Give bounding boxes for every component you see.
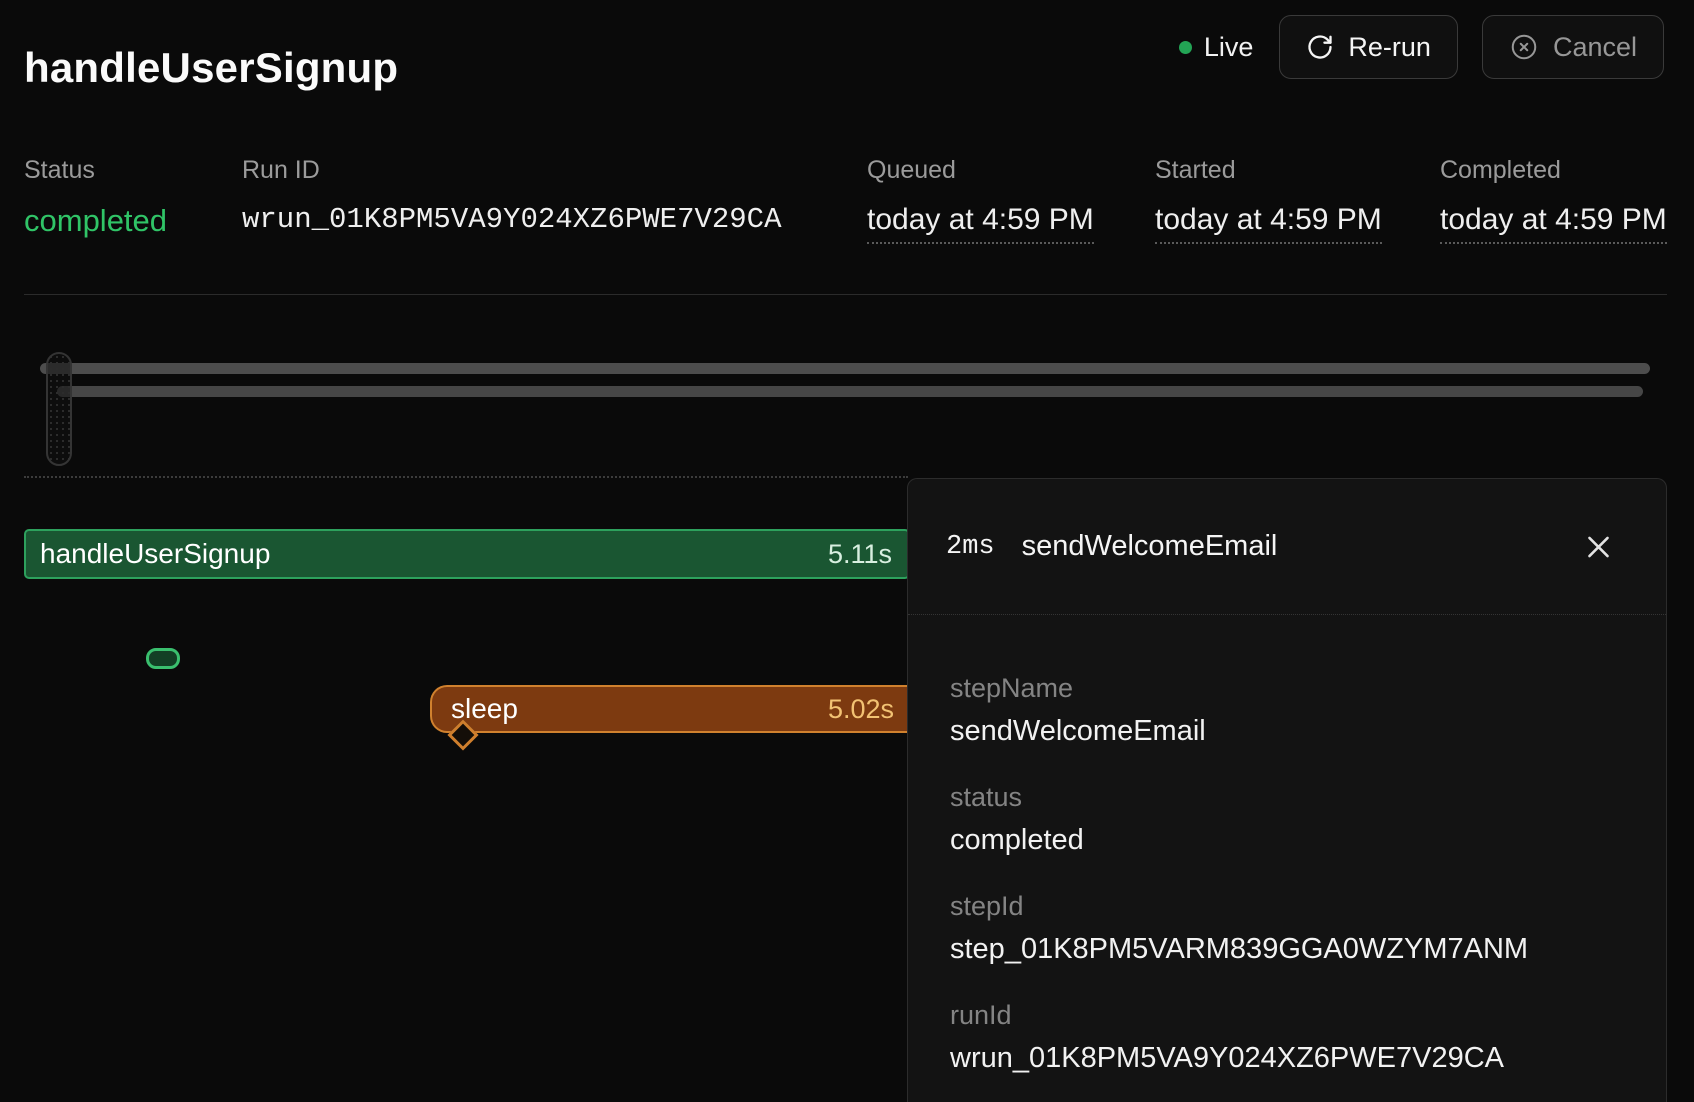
field-status: status completed — [950, 781, 1626, 858]
run-id-label: Run ID — [242, 156, 782, 185]
span-duration: 5.11s — [828, 539, 908, 570]
span-bar-sleep[interactable]: sleep 5.02s — [430, 685, 910, 733]
span-name: handleUserSignup — [26, 538, 270, 570]
field-label: stepName — [950, 672, 1626, 704]
minimap-bar-sleep — [57, 386, 1643, 397]
close-panel-button[interactable] — [1579, 527, 1618, 566]
live-label: Live — [1204, 32, 1254, 63]
span-name: sleep — [432, 693, 518, 725]
step-marker-sendWelcomeEmail[interactable] — [146, 648, 180, 669]
meta-completed: Completed today at 4:59 PM — [1440, 156, 1667, 244]
live-dot-icon — [1179, 41, 1192, 54]
step-detail-panel: 2ms sendWelcomeEmail stepName sendWelcom… — [907, 478, 1667, 1102]
close-icon — [1583, 550, 1614, 565]
field-step-name: stepName sendWelcomeEmail — [950, 672, 1626, 749]
minimap-bar-root — [40, 363, 1650, 374]
live-indicator: Live — [1179, 32, 1254, 63]
span-bar-handleUserSignup[interactable]: handleUserSignup 5.11s — [24, 529, 910, 579]
field-step-id: stepId step_01K8PM5VARM839GGA0WZYM7ANM — [950, 890, 1626, 967]
rerun-button[interactable]: Re-run — [1279, 15, 1458, 79]
step-detail-header: 2ms sendWelcomeEmail — [908, 479, 1666, 615]
field-value: step_01K8PM5VARM839GGA0WZYM7ANM — [950, 931, 1626, 967]
refresh-icon — [1306, 33, 1334, 61]
status-value: completed — [24, 203, 167, 239]
started-value: today at 4:59 PM — [1155, 203, 1382, 244]
workflow-run-page: handleUserSignup Live Re-run — [0, 0, 1694, 1102]
field-value: wrun_01K8PM5VA9Y024XZ6PWE7V29CA — [950, 1040, 1626, 1076]
status-label: Status — [24, 156, 167, 185]
completed-value: today at 4:59 PM — [1440, 203, 1667, 244]
step-detail-title: sendWelcomeEmail — [1022, 530, 1278, 563]
step-detail-fields: stepName sendWelcomeEmail status complet… — [908, 615, 1666, 1076]
field-run-id: runId wrun_01K8PM5VA9Y024XZ6PWE7V29CA — [950, 999, 1626, 1076]
cancel-button[interactable]: Cancel — [1482, 15, 1664, 79]
timeline-scrubber-handle[interactable] — [46, 352, 72, 466]
field-value: completed — [950, 822, 1626, 858]
queued-label: Queued — [867, 156, 1094, 185]
meta-run-id: Run ID wrun_01K8PM5VA9Y024XZ6PWE7V29CA — [242, 156, 782, 236]
rerun-label: Re-run — [1348, 32, 1431, 63]
queued-value: today at 4:59 PM — [867, 203, 1094, 244]
step-duration-badge: 2ms — [946, 532, 995, 562]
topbar-actions: Live Re-run Cancel — [1179, 14, 1664, 80]
run-id-value: wrun_01K8PM5VA9Y024XZ6PWE7V29CA — [242, 203, 782, 236]
timeline-divider — [24, 476, 908, 478]
field-value: sendWelcomeEmail — [950, 713, 1626, 749]
meta-started: Started today at 4:59 PM — [1155, 156, 1382, 244]
field-label: runId — [950, 999, 1626, 1031]
completed-label: Completed — [1440, 156, 1667, 185]
started-label: Started — [1155, 156, 1382, 185]
cancel-circle-x-icon — [1509, 32, 1539, 62]
header-divider — [24, 294, 1667, 295]
field-label: stepId — [950, 890, 1626, 922]
page-title: handleUserSignup — [24, 44, 398, 92]
span-duration: 5.02s — [828, 694, 910, 725]
field-label: status — [950, 781, 1626, 813]
meta-status: Status completed — [24, 156, 167, 239]
meta-queued: Queued today at 4:59 PM — [867, 156, 1094, 244]
cancel-label: Cancel — [1553, 32, 1637, 63]
